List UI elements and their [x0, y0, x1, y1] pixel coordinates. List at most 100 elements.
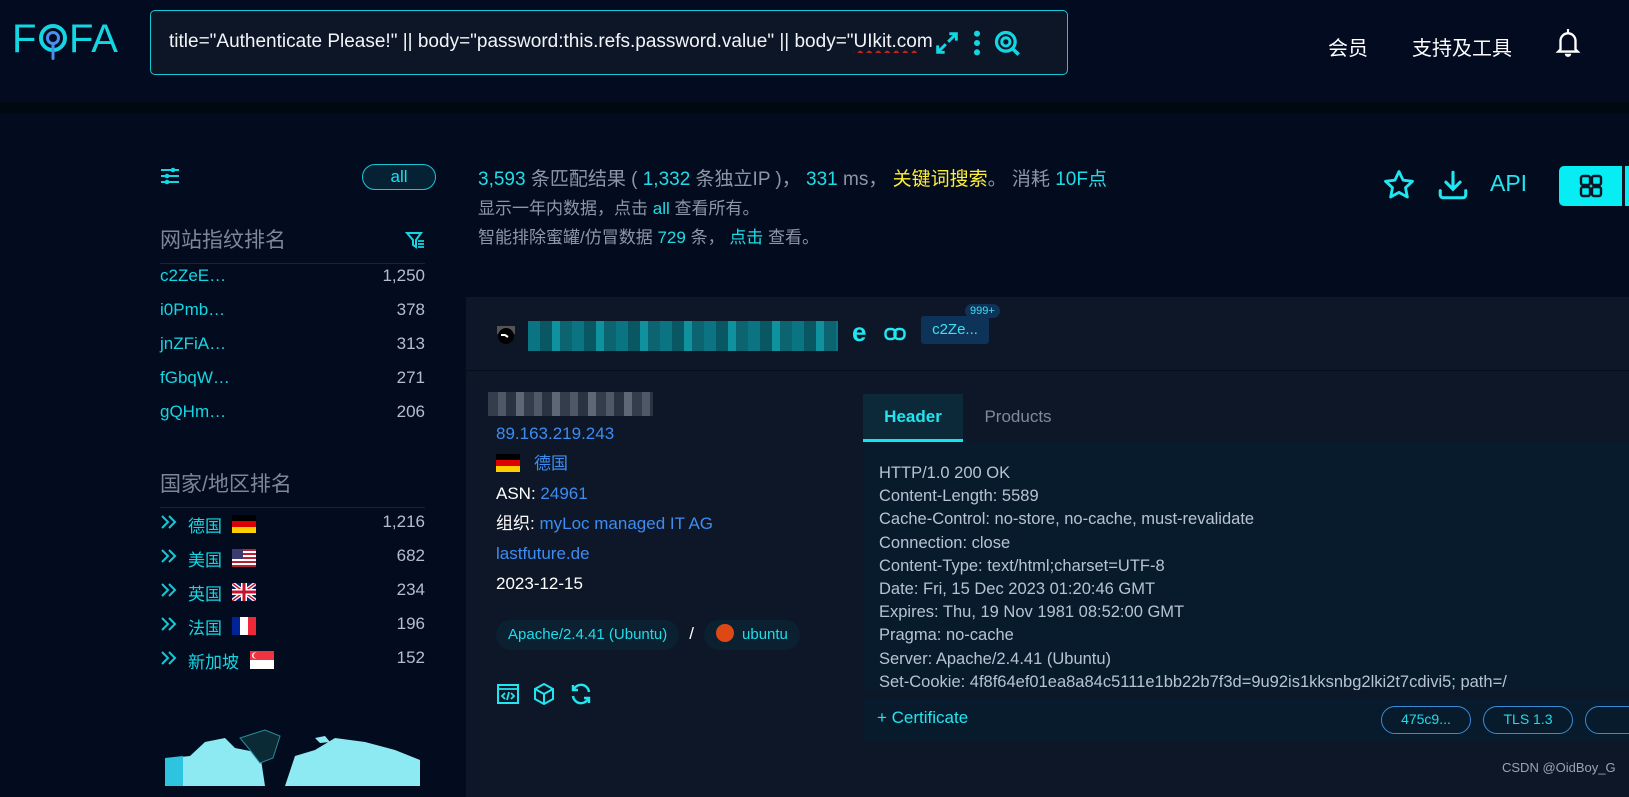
funnel-icon[interactable] [405, 230, 425, 250]
topbar-shadow [0, 102, 1629, 114]
link-icon[interactable] [884, 327, 906, 341]
view-honeypot-link[interactable]: 点击 [729, 228, 763, 247]
country-ranking-title: 国家/地区排名 [160, 468, 425, 508]
all-button[interactable]: all [362, 164, 436, 190]
org-row: 组织: myLoc managed IT AG [496, 514, 714, 533]
double-chevron-icon [161, 583, 177, 597]
flag-singapore-icon [250, 651, 274, 669]
header-line: HTTP/1.0 200 OK [879, 464, 1011, 482]
tag-separator: / [689, 624, 695, 643]
fingerprint-item[interactable]: i0Pmb… 378 [160, 300, 425, 332]
country-item-us[interactable]: 美国 682 [160, 546, 425, 578]
result-card: e c2Ze... 999+ 89.163.219.243 德国 ASN: 24… [466, 297, 1629, 797]
view-toggle-divider [1622, 166, 1625, 206]
summary-line-2: 显示一年内数据，点击 all 查看所有。 [478, 199, 760, 218]
header-line: Pragma: no-cache [879, 626, 1014, 645]
country-item-de[interactable]: 德国 1,216 [160, 512, 425, 544]
site-title-redacted[interactable] [528, 321, 838, 351]
asn-row: ASN: 24961 [496, 484, 588, 503]
double-chevron-icon [161, 549, 177, 563]
certificate-bar: + Certificate 475c9... TLS 1.3 [863, 698, 1629, 742]
server-tag[interactable]: Apache/2.4.41 (Ubuntu) [496, 620, 680, 650]
fingerprint-count-badge: 999+ [965, 304, 1000, 318]
country-item-sg[interactable]: 新加坡 152 [160, 648, 425, 680]
svg-text:F: F [12, 17, 36, 61]
fingerprint-item[interactable]: gQHm… 206 [160, 402, 425, 434]
more-icon[interactable] [963, 29, 991, 57]
header-line: Date: Fri, 15 Dec 2023 01:20:46 GMT [879, 580, 1156, 599]
header-line: Cache-Control: no-store, no-cache, must-… [879, 510, 1255, 529]
header-line: Content-Type: text/html;charset=UTF-8 [879, 556, 1165, 575]
bell-icon[interactable] [1555, 28, 1581, 58]
country-link[interactable]: 德国 [534, 454, 568, 473]
host-info: 89.163.219.243 德国 ASN: 24961 组织: myLoc m… [488, 392, 714, 599]
download-icon[interactable] [1436, 168, 1470, 202]
header-line: Set-Cookie: 4f8f64ef01ea8a84c5111e1bb22b… [879, 672, 1507, 690]
grid-icon [1579, 174, 1603, 198]
flag-germany-icon [232, 515, 256, 533]
nav-membership[interactable]: 会员 [1328, 32, 1368, 61]
api-button[interactable]: API [1490, 170, 1527, 197]
summary-line-1: 3,593 条匹配结果 ( 1,332 条独立IP )， 331 ms， 关键词… [478, 169, 1107, 190]
country-item-fr[interactable]: 法国 196 [160, 614, 425, 646]
header-line: Expires: Thu, 19 Nov 1981 08:52:00 GMT [879, 603, 1185, 622]
fingerprint-item[interactable]: c2ZeE… 1,250 [160, 266, 425, 298]
svg-text:FA: FA [69, 17, 118, 61]
cube-icon[interactable] [532, 682, 556, 706]
search-icon[interactable] [993, 29, 1021, 57]
world-map[interactable] [165, 728, 425, 786]
grid-view-button[interactable] [1559, 166, 1629, 206]
http-header-content[interactable]: HTTP/1.0 200 OK Content-Length: 5589 Cache… [863, 442, 1629, 690]
refresh-icon[interactable] [569, 682, 593, 706]
tls-version-pill[interactable]: TLS 1.3 [1483, 706, 1573, 734]
nav-support-tools[interactable]: 支持及工具 [1412, 32, 1512, 61]
fingerprint-ranking-title: 网站指纹排名 [160, 224, 425, 264]
double-chevron-icon [161, 617, 177, 631]
expand-icon[interactable] [933, 29, 961, 57]
domain-link[interactable]: lastfuture.de [496, 539, 713, 569]
search-box[interactable]: title="Authenticate Please!" || body="pa… [150, 10, 1068, 75]
ip-link[interactable]: 89.163.219.243 [496, 419, 713, 449]
detail-tabs-panel: Header Products HTTP/1.0 200 OK Content-L… [863, 394, 1629, 744]
country-row: 德国 [496, 449, 713, 479]
header-line: Connection: close [879, 533, 1011, 552]
code-icon[interactable] [496, 682, 520, 706]
country-item-gb[interactable]: 英国 234 [160, 580, 425, 612]
tab-products[interactable]: Products [963, 394, 1073, 442]
double-chevron-icon [161, 651, 177, 665]
org-link[interactable]: myLoc managed IT AG [539, 514, 713, 533]
summary-line-3: 智能排除蜜罐/仿冒数据 729 条， 点击 查看。 [478, 228, 820, 247]
ubuntu-icon [716, 624, 735, 642]
search-input[interactable]: title="Authenticate Please!" || body="pa… [169, 31, 959, 53]
fofa-logo[interactable]: F FA [12, 14, 132, 64]
flag-germany-icon [496, 454, 520, 472]
result-summary: 3,593 条匹配结果 ( 1,332 条独立IP )， 331 ms， 关键词… [478, 165, 1107, 252]
watermark: CSDN @OidBoy_G [1502, 760, 1616, 775]
os-tag[interactable]: ubuntu [704, 620, 800, 650]
fingerprint-item[interactable]: fGbqW… 271 [160, 368, 425, 400]
host-redacted [488, 392, 653, 416]
header-line: Server: Apache/2.4.41 (Ubuntu) [879, 649, 1112, 668]
star-icon[interactable] [1382, 168, 1416, 202]
product-tags: Apache/2.4.41 (Ubuntu) / ubuntu [496, 620, 800, 650]
certificate-expand-button[interactable]: + Certificate [877, 708, 968, 728]
result-card-header: e c2Ze... 999+ [466, 297, 1629, 371]
flag-france-icon [232, 617, 256, 635]
update-date: 2023-12-15 [496, 574, 583, 593]
fingerprint-badge[interactable]: c2Ze... [921, 316, 989, 344]
keyword-search-link[interactable]: 关键词搜索 [893, 169, 988, 190]
site-favicon-icon [497, 326, 515, 344]
header-line: Content-Length: 5589 [879, 487, 1039, 506]
filter-settings-icon[interactable] [160, 166, 180, 186]
result-tools [496, 682, 601, 711]
flag-uk-icon [232, 583, 256, 601]
show-all-link[interactable]: all [653, 199, 670, 218]
cert-pill-extra[interactable] [1585, 706, 1629, 734]
flag-usa-icon [232, 549, 256, 567]
tab-header[interactable]: Header [863, 394, 963, 442]
top-bar: F FA title="Authenticate Please!" || bod… [0, 0, 1629, 110]
fingerprint-item[interactable]: jnZFiA… 313 [160, 334, 425, 366]
asn-link[interactable]: 24961 [540, 484, 587, 503]
double-chevron-icon [161, 515, 177, 529]
cert-hash-pill[interactable]: 475c9... [1381, 706, 1471, 734]
